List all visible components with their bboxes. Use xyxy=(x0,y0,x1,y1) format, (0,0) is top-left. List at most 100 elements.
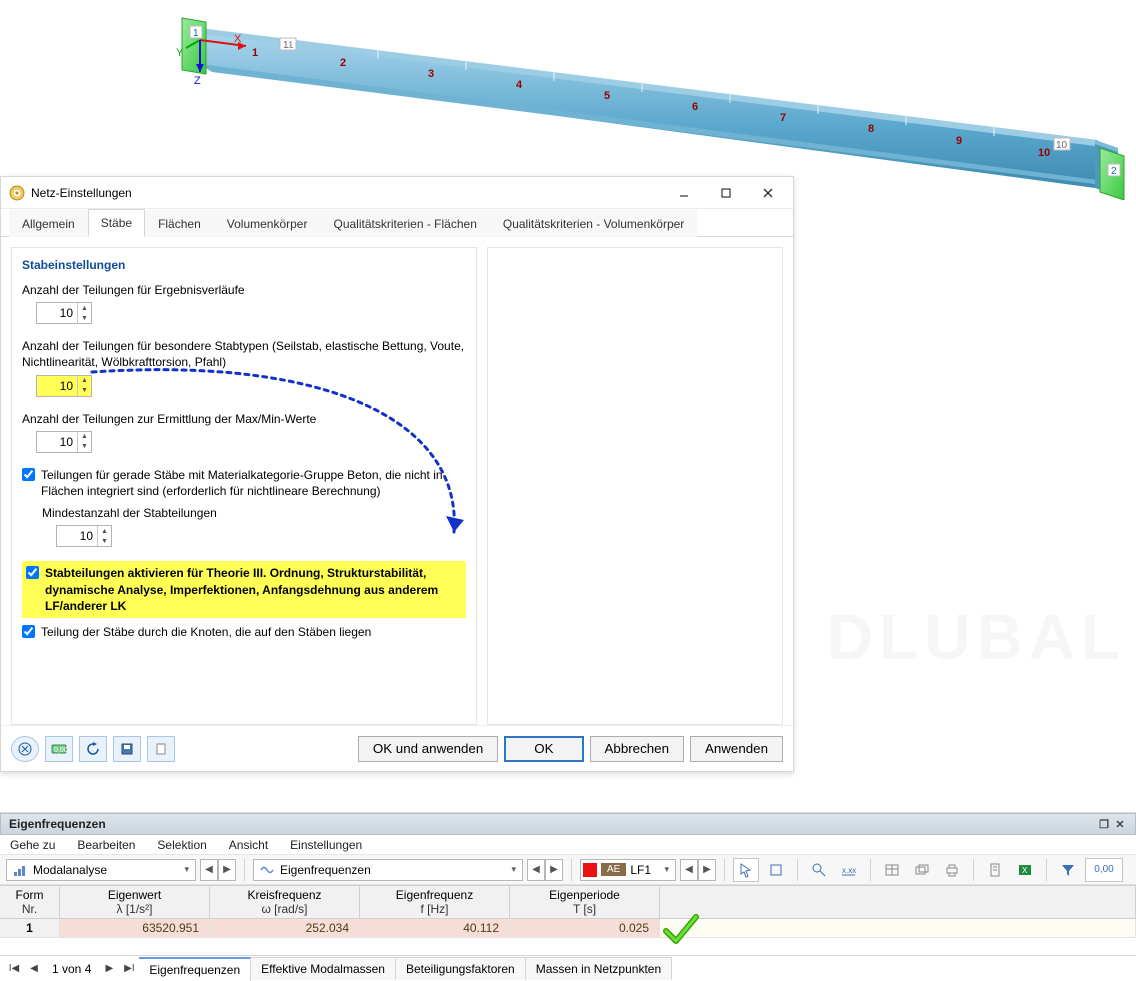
next-button[interactable]: ▶ xyxy=(698,859,716,881)
pager-text: 1 von 4 xyxy=(44,962,99,976)
seg-label-4: 4 xyxy=(516,79,523,91)
lf-nav: ◀▶ xyxy=(680,859,716,881)
precision-icon[interactable]: x.xx xyxy=(836,858,862,882)
results-toolbar: Modalanalyse ▾ ◀▶ Eigenfrequenzen ▾ ◀▶ A… xyxy=(0,855,1136,885)
pointer-icon[interactable] xyxy=(733,858,759,882)
close-button[interactable] xyxy=(755,183,781,203)
doc-icon[interactable] xyxy=(982,858,1008,882)
apply-button[interactable]: Anwenden xyxy=(690,736,783,762)
reset-button[interactable] xyxy=(79,736,107,762)
seg-label-9: 9 xyxy=(956,135,962,147)
axis-z: Z xyxy=(194,75,201,87)
concrete-sub-label: Mindestanzahl der Stabteilungen xyxy=(42,505,466,521)
field3-value: 10 xyxy=(37,435,77,449)
field1-spin[interactable]: 10 ▲▼ xyxy=(36,302,92,324)
dialog-footer: 0,00 OK und anwenden OK Abbrechen Anwend… xyxy=(1,725,793,771)
beam-render: X Y Z 1 2 11 1 2 3 4 5 6 7 8 9 10 10 xyxy=(0,0,1136,200)
spin-down-icon[interactable]: ▼ xyxy=(78,386,91,396)
activate-divisions-checkbox[interactable] xyxy=(26,566,39,579)
menu-view[interactable]: Ansicht xyxy=(229,838,268,852)
nodes-checkbox[interactable] xyxy=(22,625,35,638)
prev-button[interactable]: ◀ xyxy=(680,859,698,881)
concrete-checkbox[interactable] xyxy=(22,468,35,481)
panel-close-button[interactable]: ✕ xyxy=(1113,817,1127,831)
prev-button[interactable]: ◀ xyxy=(200,859,218,881)
loadcase-combo[interactable]: AE LF1 ▾ xyxy=(580,859,676,881)
menu-selection[interactable]: Selektion xyxy=(157,838,206,852)
svg-text:X: X xyxy=(1022,866,1028,875)
menu-edit[interactable]: Bearbeiten xyxy=(77,838,135,852)
table-icon[interactable] xyxy=(879,858,905,882)
tab-flaechen[interactable]: Flächen xyxy=(145,210,214,237)
next-button[interactable]: ▶ xyxy=(545,859,563,881)
rtab-modalmassen[interactable]: Effektive Modalmassen xyxy=(251,957,396,980)
result-type-combo[interactable]: Eigenfrequenzen ▾ xyxy=(253,859,523,881)
activate-divisions-row: Stabteilungen aktivieren für Theorie III… xyxy=(22,561,466,618)
tab-staebe[interactable]: Stäbe xyxy=(88,209,145,237)
analysis-icon xyxy=(13,863,27,877)
spin-down-icon[interactable]: ▼ xyxy=(78,313,91,323)
copy-row-icon[interactable] xyxy=(909,858,935,882)
menu-settings[interactable]: Einstellungen xyxy=(290,838,362,852)
extra-right-label: 10 xyxy=(1056,140,1068,151)
ok-button[interactable]: OK xyxy=(504,736,583,762)
result-nav: ◀▶ xyxy=(527,859,563,881)
minimize-button[interactable] xyxy=(671,183,697,203)
help-button[interactable] xyxy=(11,736,39,762)
panel-float-button[interactable]: ❐ xyxy=(1097,817,1111,831)
print-icon[interactable] xyxy=(939,858,965,882)
node-2-label: 2 xyxy=(1111,166,1117,177)
col-eigenwert-h2: λ [1/s²] xyxy=(64,902,205,916)
zero-precision-button[interactable]: 0,00 xyxy=(1085,858,1123,882)
app-icon xyxy=(9,185,25,201)
units-button[interactable]: 0,00 xyxy=(45,736,73,762)
filter-icon[interactable] xyxy=(1055,858,1081,882)
results-menu: Gehe zu Bearbeiten Selektion Ansicht Ein… xyxy=(0,835,1136,855)
col-form-h1: Form xyxy=(4,888,55,902)
pick-icon[interactable] xyxy=(763,858,789,882)
excel-icon[interactable]: X xyxy=(1012,858,1038,882)
rtab-netzpunkte[interactable]: Massen in Netzpunkten xyxy=(526,957,672,980)
maximize-button[interactable] xyxy=(713,183,739,203)
concrete-sub-spin[interactable]: 10 ▲▼ xyxy=(56,525,112,547)
prev-page-button[interactable]: ◀ xyxy=(24,959,44,979)
analysis-nav: ◀▶ xyxy=(200,859,236,881)
spin-down-icon[interactable]: ▼ xyxy=(98,536,111,546)
ok-apply-button[interactable]: OK und anwenden xyxy=(358,736,498,762)
next-page-button[interactable]: ▶ xyxy=(99,959,119,979)
field2-spin[interactable]: 10 ▲▼ xyxy=(36,375,92,397)
prev-button[interactable]: ◀ xyxy=(527,859,545,881)
rtab-eigenfrequenzen[interactable]: Eigenfrequenzen xyxy=(139,957,251,981)
field2-label: Anzahl der Teilungen für besondere Stabt… xyxy=(22,338,466,370)
dialog-title: Netz-Einstellungen xyxy=(31,186,671,200)
spin-up-icon[interactable]: ▲ xyxy=(78,432,91,442)
ae-badge: AE xyxy=(601,863,626,876)
seg-label-6: 6 xyxy=(692,101,698,113)
clipboard-button[interactable] xyxy=(147,736,175,762)
save-default-button[interactable] xyxy=(113,736,141,762)
cancel-button[interactable]: Abbrechen xyxy=(590,736,684,762)
tab-qk-flaechen[interactable]: Qualitätskriterien - Flächen xyxy=(320,210,489,237)
spin-down-icon[interactable]: ▼ xyxy=(78,442,91,452)
last-page-button[interactable]: ▶I xyxy=(119,959,139,979)
spin-up-icon[interactable]: ▲ xyxy=(78,376,91,386)
tab-qk-volumen[interactable]: Qualitätskriterien - Volumenkörper xyxy=(490,210,697,237)
rtab-beteiligung[interactable]: Beteiligungsfaktoren xyxy=(396,957,526,980)
find-icon[interactable] xyxy=(806,858,832,882)
tab-allgemein[interactable]: Allgemein xyxy=(9,210,88,237)
results-titlebar[interactable]: Eigenfrequenzen ❐ ✕ xyxy=(0,813,1136,835)
titlebar[interactable]: Netz-Einstellungen xyxy=(1,177,793,209)
menu-goto[interactable]: Gehe zu xyxy=(10,838,55,852)
next-button[interactable]: ▶ xyxy=(218,859,236,881)
spin-up-icon[interactable]: ▲ xyxy=(78,303,91,313)
first-page-button[interactable]: I◀ xyxy=(4,959,24,979)
spin-up-icon[interactable]: ▲ xyxy=(98,526,111,536)
field3-spin[interactable]: 10 ▲▼ xyxy=(36,431,92,453)
col-periode-h2: T [s] xyxy=(514,902,655,916)
dialog-tabs: Allgemein Stäbe Flächen Volumenkörper Qu… xyxy=(1,209,793,237)
results-grid-row[interactable]: 1 63520.951 252.034 40.112 0.025 xyxy=(0,919,1136,938)
analysis-combo[interactable]: Modalanalyse ▾ xyxy=(6,859,196,881)
cell-eigenwert: 63520.951 xyxy=(60,919,210,937)
tab-volumenkoerper[interactable]: Volumenkörper xyxy=(214,210,321,237)
wave-icon xyxy=(260,863,274,877)
